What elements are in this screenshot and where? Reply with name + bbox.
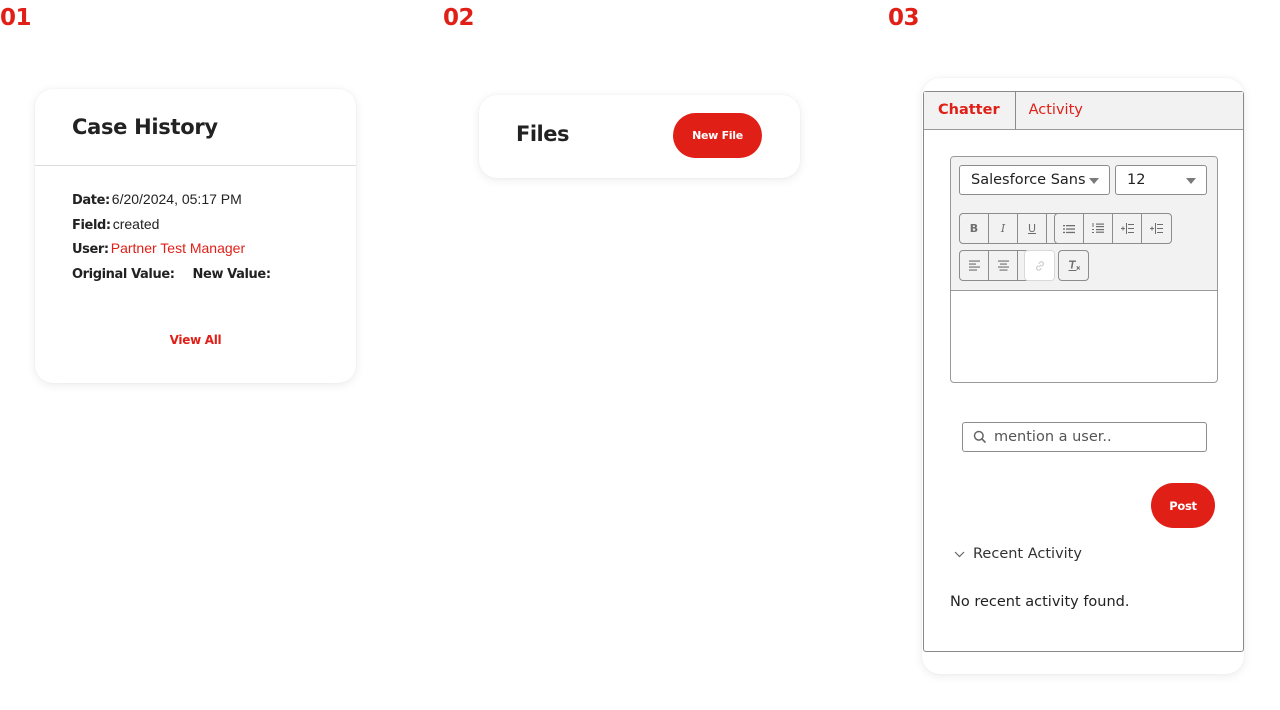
underline-button[interactable]: U [1018,214,1047,243]
link-button[interactable] [1025,251,1054,280]
no-activity-message: No recent activity found. [950,594,1130,610]
font-size-value: 12 [1127,172,1146,188]
new-file-button[interactable]: New File [673,113,762,158]
recent-activity-toggle[interactable]: Recent Activity [954,546,1082,562]
italic-button[interactable]: I [989,214,1018,243]
section-number-01: 01 [0,5,32,31]
section-number-03: 03 [888,5,920,31]
case-history-header: Case History [35,89,356,166]
outdent-icon [1150,223,1163,234]
date-row: Date: 6/20/2024, 05:17 PM [72,188,356,213]
bold-icon: B [969,222,979,235]
original-value-label: Original Value: [72,266,175,282]
field-value: created [112,215,160,232]
clear-formatting-icon [1068,260,1080,271]
search-icon [973,430,987,444]
indent-icon [1120,223,1134,234]
section-number-02: 02 [443,5,475,31]
post-button[interactable]: Post [1151,483,1215,528]
clear-formatting-button[interactable] [1059,251,1088,280]
bullet-list-icon [1063,224,1075,233]
view-all-link[interactable]: View All [35,333,356,347]
values-row: Original Value: New Value: [72,262,356,287]
chatter-tabs: Chatter Activity [924,92,1243,130]
numbered-list-button[interactable] [1084,214,1113,243]
link-icon [1035,260,1044,271]
field-label: Field: [72,217,111,233]
mention-user-input[interactable] [994,429,1194,445]
recent-activity-label: Recent Activity [973,546,1082,562]
user-link[interactable]: Partner Test Manager [111,240,245,256]
date-label: Date: [72,193,110,208]
italic-icon: I [1000,222,1006,235]
indent-button[interactable] [1113,214,1142,243]
case-history-body: Date: 6/20/2024, 05:17 PM Field: created U… [35,166,356,286]
chatter-panel: Chatter Activity Salesforce Sans 12 B I … [923,91,1244,652]
editor-toolbar: Salesforce Sans 12 B I U [951,157,1217,291]
user-label: User: [72,242,109,257]
align-left-button[interactable] [960,251,989,280]
align-left-icon [968,260,980,271]
tab-activity[interactable]: Activity [1016,92,1096,129]
case-history-card: Case History Date: 6/20/2024, 05:17 PM Fi… [35,89,356,383]
editor-text-area[interactable] [951,291,1217,382]
files-card: Files New File [479,95,800,178]
clear-format-button-group [1058,250,1089,281]
font-family-select[interactable]: Salesforce Sans [959,165,1110,195]
list-button-group [1054,213,1172,244]
chevron-down-icon [954,551,965,557]
date-value: 6/20/2024, 05:17 PM [111,191,242,207]
font-family-value: Salesforce Sans [971,172,1086,188]
chevron-down-icon [1186,178,1196,184]
new-value-label: New Value: [192,266,271,282]
mention-search-field[interactable] [962,422,1207,452]
files-title: Files [516,122,569,146]
case-history-title: Case History [72,115,218,139]
rich-text-editor: Salesforce Sans 12 B I U [950,156,1218,383]
link-button-group [1024,250,1055,281]
chevron-down-icon [1089,178,1099,184]
font-size-select[interactable]: 12 [1115,165,1207,195]
outdent-button[interactable] [1142,214,1171,243]
tab-chatter[interactable]: Chatter [924,92,1016,129]
align-center-button[interactable] [989,251,1018,280]
bold-button[interactable]: B [960,214,989,243]
align-center-icon [997,260,1009,271]
field-row: Field: created [72,213,356,238]
bullet-list-button[interactable] [1055,214,1084,243]
numbered-list-icon [1092,223,1104,233]
underline-icon: U [1027,222,1037,235]
user-row: User: Partner Test Manager [72,237,356,262]
chatter-card: Chatter Activity Salesforce Sans 12 B I … [922,78,1244,674]
